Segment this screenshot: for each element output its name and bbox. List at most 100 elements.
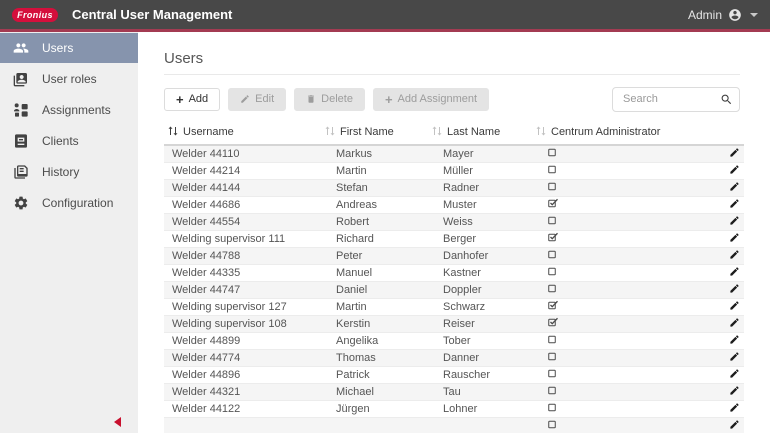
centrum-admin-checkbox[interactable] [547,248,559,260]
edit-row-icon[interactable] [729,181,740,192]
page-title: Users [164,50,740,75]
edit-row-icon[interactable] [729,232,740,243]
fronius-logo: Fronius [12,7,58,22]
column-header-centrum-administrator[interactable]: Centrum Administrator [535,122,706,146]
centrum-admin-checkbox[interactable] [547,214,559,226]
first-name-cell: Jürgen [324,400,431,418]
sidebar-item-history[interactable]: History [0,157,138,187]
last-name-cell: Berger [431,230,535,248]
centrum-admin-checkbox[interactable] [547,367,559,379]
centrum-admin-cell [535,366,706,384]
centrum-admin-checkbox[interactable] [547,401,559,413]
edit-button[interactable]: Edit [228,87,287,111]
edit-row-icon[interactable] [729,164,740,175]
top-header-bar: Fronius Central User Management Admin [0,0,770,29]
clients-icon [15,134,27,148]
centrum-admin-cell [535,332,706,350]
last-name-cell: Tau [431,383,535,401]
edit-row-icon[interactable] [729,368,740,379]
centrum-admin-checkbox[interactable] [547,146,559,158]
sidebar-item-clients[interactable]: Clients [0,126,138,156]
centrum-admin-checkbox[interactable] [547,231,559,243]
centrum-admin-cell [535,145,706,163]
sidebar-item-user-roles[interactable]: User roles [0,64,138,94]
edit-row-icon[interactable] [729,317,740,328]
username-cell: Welder 44321 [164,383,324,401]
sidebar-item-assignments[interactable]: Assignments [0,95,138,125]
centrum-admin-cell [535,230,706,248]
centrum-admin-checkbox[interactable] [547,265,559,277]
table-row[interactable]: Welder 44214 Martin Müller [164,162,744,180]
edit-row-icon[interactable] [729,283,740,294]
table-row[interactable]: Welding supervisor 108 Kerstin Reiser [164,315,744,333]
centrum-admin-checkbox[interactable] [547,299,559,311]
column-header-first-name[interactable]: First Name [324,122,431,146]
table-row[interactable]: Welder 44899 Angelika Tober [164,332,744,350]
centrum-admin-cell [535,315,706,333]
search-icon[interactable] [720,93,733,106]
first-name-cell: Robert [324,213,431,231]
centrum-admin-cell [535,247,706,265]
edit-row-icon[interactable] [729,385,740,396]
delete-button[interactable]: Delete [294,87,365,111]
table-row[interactable]: Welder 44686 Andreas Muster [164,196,744,214]
centrum-admin-checkbox[interactable] [547,418,559,430]
edit-row-icon[interactable] [729,300,740,311]
centrum-admin-checkbox[interactable] [547,350,559,362]
centrum-admin-checkbox[interactable] [547,316,559,328]
sort-icon [431,126,447,138]
sidebar-item-configuration[interactable]: Configuration [0,188,138,218]
table-row[interactable]: Welding supervisor 111 Richard Berger [164,230,744,248]
username-cell: Welder 44788 [164,247,324,265]
first-name-cell: Stefan [324,179,431,197]
edit-row-icon[interactable] [729,334,740,345]
column-header-last-name[interactable]: Last Name [431,122,535,146]
pencil-icon [241,95,249,103]
username-cell: Welder 44896 [164,366,324,384]
table-row[interactable]: Welder 44122 Jürgen Lohner [164,400,744,418]
table-row[interactable]: Welder 44321 Michael Tau [164,383,744,401]
centrum-admin-checkbox[interactable] [547,333,559,345]
table-row[interactable]: Welder 44110 Markus Mayer [164,145,744,163]
sidebar-item-users[interactable]: Users [0,33,138,63]
centrum-admin-checkbox[interactable] [547,384,559,396]
table-row[interactable]: Welder 44144 Stefan Radner [164,179,744,197]
centrum-admin-checkbox[interactable] [547,197,559,209]
table-row[interactable] [164,417,744,433]
edit-row-icon[interactable] [729,402,740,413]
table-row[interactable]: Welder 44554 Robert Weiss [164,213,744,231]
table-header-row: Username First Name Last Name Centrum Ad… [164,122,744,146]
centrum-admin-cell [535,298,706,316]
centrum-admin-cell [535,179,706,197]
last-name-cell: Lohner [431,400,535,418]
column-header-username[interactable]: Username [164,122,324,146]
last-name-cell: Weiss [431,213,535,231]
user-menu[interactable]: Admin [688,8,758,22]
edit-row-icon[interactable] [729,266,740,277]
first-name-cell [324,417,431,433]
last-name-cell: Doppler [431,281,535,299]
sidebar-collapse-icon[interactable] [114,417,121,427]
username-cell: Welder 44774 [164,349,324,367]
sidebar-item-label: History [42,165,80,179]
first-name-cell: Kerstin [324,315,431,333]
centrum-admin-checkbox[interactable] [547,180,559,192]
plus-icon: + [384,91,393,107]
centrum-admin-checkbox[interactable] [547,282,559,294]
table-row[interactable]: Welder 44788 Peter Danhofer [164,247,744,265]
edit-row-icon[interactable] [729,198,740,209]
add-button[interactable]: + Add [164,87,221,111]
table-row[interactable]: Welding supervisor 127 Martin Schwarz [164,298,744,316]
add-assignment-button[interactable]: + Add Assignment [372,87,490,111]
edit-row-icon[interactable] [729,351,740,362]
sort-icon [324,126,340,138]
table-row[interactable]: Welder 44774 Thomas Danner [164,349,744,367]
edit-row-icon[interactable] [729,249,740,260]
table-row[interactable]: Welder 44896 Patrick Rauscher [164,366,744,384]
edit-row-icon[interactable] [729,215,740,226]
table-row[interactable]: Welder 44747 Daniel Doppler [164,281,744,299]
edit-row-icon[interactable] [729,419,740,430]
edit-row-icon[interactable] [729,147,740,158]
table-row[interactable]: Welder 44335 Manuel Kastner [164,264,744,282]
centrum-admin-checkbox[interactable] [547,163,559,175]
